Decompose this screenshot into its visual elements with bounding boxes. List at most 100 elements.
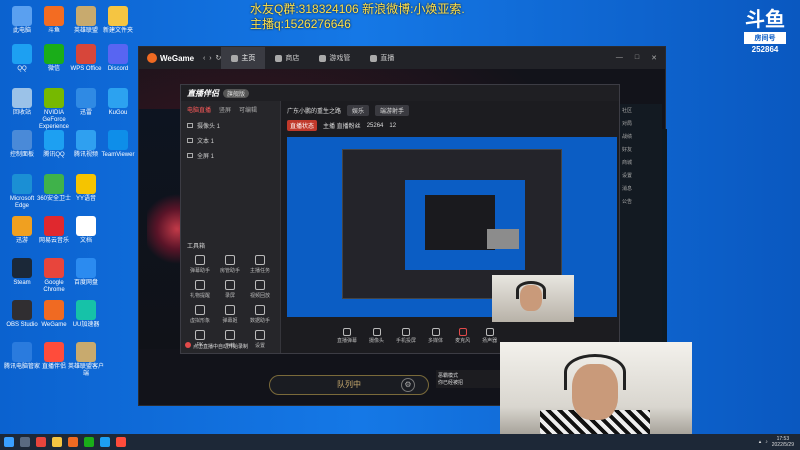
zhibo-icon[interactable]	[116, 437, 126, 447]
desktop-icon[interactable]: WPS Office	[68, 44, 104, 73]
speaker-button[interactable]: 扬声器	[482, 328, 497, 344]
desktop-icon[interactable]: TeamViewer	[100, 130, 136, 159]
social-item[interactable]: 设置	[620, 169, 662, 182]
desktop-icon[interactable]: 迅游	[4, 216, 40, 245]
desktop-icon[interactable]: 360安全卫士	[36, 174, 72, 203]
desktop-icon[interactable]: OBS Studio	[4, 300, 40, 329]
desktop-icon[interactable]: 迅雷	[68, 88, 104, 117]
desktop-icon-label: 微信	[47, 66, 60, 72]
fan-label: 主播 直播粉丝	[323, 124, 361, 130]
desktop-icon[interactable]: 百度网盘	[68, 258, 104, 287]
eye-icon[interactable]	[187, 123, 193, 128]
network-icon[interactable]: ▴	[759, 439, 762, 445]
desktop-icon[interactable]: 文档	[68, 216, 104, 245]
tool-item[interactable]: 视频回放	[245, 280, 275, 299]
tool-item[interactable]: 录屏	[215, 280, 245, 299]
app-icon	[12, 88, 32, 108]
version-badge[interactable]: 旗舰版	[223, 88, 250, 98]
phone-icon	[402, 328, 411, 336]
desktop-icon[interactable]: Microsoft Edge	[4, 174, 40, 210]
desktop-icon[interactable]: WeGame	[36, 300, 72, 329]
desktop-icon[interactable]: UU加速器	[68, 300, 104, 329]
desktop-icon[interactable]: 回收站	[4, 88, 40, 117]
tool-item[interactable]: 房管助手	[215, 255, 245, 274]
app-icon	[76, 216, 96, 236]
tab-pc-live[interactable]: 电脑直播	[187, 105, 211, 114]
tool-item[interactable]: 数据助手	[245, 305, 275, 324]
folder-icon[interactable]	[52, 437, 62, 447]
tool-item[interactable]: 虚拟形象	[185, 305, 215, 324]
tool-item[interactable]: 弹幕助手	[185, 255, 215, 274]
desktop-icon[interactable]: 控制面板	[4, 130, 40, 159]
close-icon[interactable]: ✕	[651, 54, 657, 62]
tab-home[interactable]: 主页	[221, 47, 266, 69]
tool-item[interactable]: 主播任务	[245, 255, 275, 274]
clock-date: 2022/5/29	[771, 442, 794, 448]
danmu-button[interactable]: 直播弹幕	[337, 328, 357, 344]
desktop-icon[interactable]: 新建文件夹	[100, 6, 136, 35]
source-item[interactable]: 摄像头 1	[181, 118, 280, 133]
social-item[interactable]: 公告	[620, 195, 662, 208]
camera-button[interactable]: 摄像头	[369, 328, 384, 344]
tab-live[interactable]: 直播	[360, 47, 404, 69]
forward-icon[interactable]: ›	[209, 55, 211, 62]
source-item[interactable]: 全屏 1	[181, 148, 280, 163]
media-button[interactable]: 多媒体	[428, 328, 443, 344]
eye-icon[interactable]	[187, 138, 193, 143]
tab-store[interactable]: 商店	[265, 47, 309, 69]
search-icon[interactable]	[20, 437, 30, 447]
desktop-icon[interactable]: 网易云音乐	[36, 216, 72, 245]
desktop-icon[interactable]: YY语音	[68, 174, 104, 203]
chrome-icon[interactable]	[36, 437, 46, 447]
tool-label: 主播任务	[249, 268, 270, 274]
desktop-icon[interactable]: 英雄联盟	[68, 6, 104, 35]
desktop-icon[interactable]: QQ	[4, 44, 40, 73]
mode-pill[interactable]: 娱乐	[347, 105, 370, 116]
clock[interactable]: 17:53 2022/5/29	[772, 436, 794, 448]
stream-title[interactable]: 广东小鹏的重生之路	[287, 106, 341, 115]
desktop-icon[interactable]: 腾讯视频	[68, 130, 104, 159]
desktop-icon[interactable]: 此电脑	[4, 6, 40, 35]
social-item[interactable]: 好友	[620, 143, 662, 156]
desktop-icon[interactable]: 腾讯电脑管家	[4, 342, 40, 371]
app-icon	[44, 342, 64, 362]
source-item[interactable]: 文本 1	[181, 133, 280, 148]
queue-settings-icon[interactable]: ⚙	[401, 378, 415, 392]
desktop-icon[interactable]: 微信	[36, 44, 72, 73]
minimize-icon[interactable]: —	[616, 54, 623, 62]
desktop-icon[interactable]: Google Chrome	[36, 258, 72, 294]
back-icon[interactable]: ‹	[203, 55, 205, 62]
app-icon	[44, 44, 64, 64]
store-icon	[275, 54, 283, 62]
wechat-icon[interactable]	[84, 437, 94, 447]
social-item[interactable]: 消息	[620, 182, 662, 195]
desktop-icon[interactable]: 腾讯QQ	[36, 130, 72, 159]
social-item[interactable]: 商城	[620, 156, 662, 169]
desktop-icon[interactable]: KuGou	[100, 88, 136, 117]
start-icon[interactable]	[4, 437, 14, 447]
desktop-icon-label: Google Chrome	[43, 280, 65, 293]
social-item[interactable]: 社区	[620, 104, 662, 117]
desktop-icon[interactable]: Steam	[4, 258, 40, 287]
desktop-icon[interactable]: 直播伴侣	[36, 342, 72, 371]
maximize-icon[interactable]: □	[635, 54, 639, 62]
eye-icon[interactable]	[187, 153, 193, 158]
tab-vertical[interactable]: 竖屏	[219, 105, 231, 114]
desktop-icon[interactable]: 英雄联盟客户端	[68, 342, 104, 378]
desktop-icon[interactable]: NVIDIA GeForce Experience	[36, 88, 72, 131]
desktop-icon[interactable]: 斗鱼	[36, 6, 72, 35]
social-item[interactable]: 战绩	[620, 130, 662, 143]
phone-cast-button[interactable]: 手机投屏	[396, 328, 416, 344]
tab-editable[interactable]: 可编辑	[239, 105, 257, 114]
mic-button[interactable]: 麦克风	[455, 328, 470, 344]
social-item[interactable]: 对局	[620, 117, 662, 130]
volume-icon[interactable]: ♪	[765, 439, 768, 445]
category-pill[interactable]: 端游射手	[375, 105, 410, 116]
tab-games[interactable]: 游戏管	[309, 47, 360, 69]
wegame-icon[interactable]	[68, 437, 78, 447]
desktop-icon[interactable]: Discord	[100, 44, 136, 73]
qq-icon[interactable]	[100, 437, 110, 447]
tool-item[interactable]: 弹幕姬	[215, 305, 245, 324]
tool-item[interactable]: 设置	[245, 330, 275, 349]
tool-item[interactable]: 礼物提醒	[185, 280, 215, 299]
